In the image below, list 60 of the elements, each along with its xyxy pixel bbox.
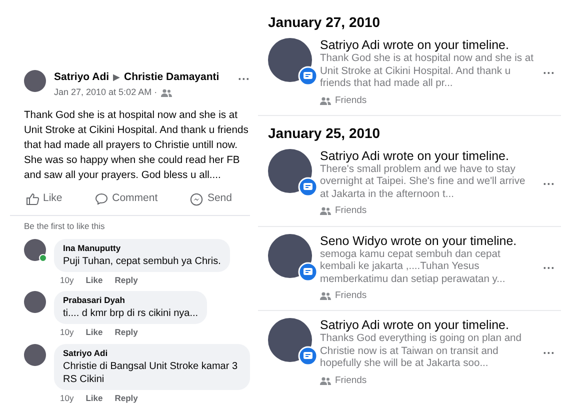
notification-title[interactable]: Satriyo Adi wrote on your timeline.	[320, 148, 535, 164]
comment-age: 10y	[60, 274, 74, 286]
like-button[interactable]: Like	[26, 191, 62, 207]
friends-icon	[320, 376, 331, 385]
notification-preview: Thank God she is at hospital now and she is at Unit Stroke at Cikini Hospital. And thank u friends that had made all pr...	[320, 53, 534, 90]
notification-title[interactable]: Seno Widyo wrote on your timeline.	[320, 234, 535, 248]
avatar-circle[interactable]	[24, 238, 46, 261]
friends-icon	[320, 207, 331, 216]
notification-preview: Thanks God everything is going on plan and Christie now is at Taiwan on transit and hopefully she will be at Jakarta soo...	[320, 333, 522, 371]
post-time: Jan 27, 2010 at 5:02 AM ·	[54, 86, 158, 99]
arrow-glyph: ▶	[113, 71, 120, 84]
online-dot	[39, 254, 47, 262]
more-button[interactable]: ···	[543, 344, 555, 362]
date-heading: January 27, 2010	[268, 13, 382, 32]
avatar-circle[interactable]	[24, 291, 46, 314]
like-link[interactable]: Like	[86, 392, 103, 404]
audience-label: Friends	[335, 204, 367, 218]
comment-text: ti.... d kmr brp di rs cikini nya...	[63, 307, 198, 320]
more-button[interactable]: ···	[238, 70, 250, 88]
avatar-circle[interactable]	[24, 344, 46, 366]
speech-bubble-icon	[95, 193, 108, 206]
reply-link[interactable]: Reply	[114, 274, 138, 286]
audience-label: Friends	[335, 94, 367, 108]
reply-link[interactable]: Reply	[114, 326, 138, 339]
author-name[interactable]: Christie Damayanti	[124, 70, 220, 86]
post-text: Thank God she is at hospital now and she is at Unit Stroke at Cikini Hospital. And thank u friends that had made all prayers to Christie untill now. She was so happy when she could read her FB and saw all your prayers. God bless u all....	[24, 109, 250, 184]
more-button[interactable]: ···	[543, 259, 555, 278]
avatar-circle[interactable]	[24, 70, 46, 92]
commenter-name[interactable]: Ina Manuputty	[63, 242, 221, 254]
audience-label: Friends	[335, 289, 367, 303]
more-button[interactable]: ···	[543, 64, 555, 82]
comment-age: 10y	[60, 392, 74, 404]
message-badge-icon	[298, 262, 318, 282]
commenter-name[interactable]: Satriyo Adi	[63, 346, 241, 360]
friends-icon	[161, 88, 172, 96]
messenger-icon	[190, 192, 204, 206]
likes-note: Be the first to like this	[24, 220, 106, 233]
comment-text: Puji Tuhan, cepat sembuh ya Chris.	[63, 254, 221, 268]
audience-label: Friends	[335, 374, 367, 388]
comment-text: Christie di Bangsal Unit Stroke kamar 3 RS Cikini	[63, 360, 239, 386]
more-button[interactable]: ···	[543, 174, 555, 193]
notification-preview: There's small problem and we have to stay overnight at Taipei. She's fine and we'll arrive at Jakarta in the afternoon t...	[320, 164, 526, 202]
author-name[interactable]: Satriyo Adi	[54, 70, 110, 86]
friends-icon	[320, 292, 331, 300]
commenter-name[interactable]: Prabasari Dyah	[63, 294, 198, 307]
send-button[interactable]: Send	[190, 191, 232, 207]
message-badge-icon	[298, 346, 318, 366]
like-link[interactable]: Like	[86, 326, 103, 339]
notification-title[interactable]: Satriyo Adi wrote on your timeline.	[320, 38, 535, 53]
notification-title[interactable]: Satriyo Adi wrote on your timeline.	[320, 318, 535, 334]
like-link[interactable]: Like	[86, 274, 103, 286]
message-badge-icon	[298, 176, 318, 197]
message-badge-icon	[298, 66, 318, 86]
friends-icon	[320, 96, 331, 105]
thumbs-up-icon	[26, 193, 39, 206]
comment-age: 10y	[60, 326, 74, 339]
comment-button[interactable]: Comment	[95, 191, 158, 207]
date-heading: January 25, 2010	[268, 124, 382, 143]
reply-link[interactable]: Reply	[114, 392, 138, 404]
notification-preview: semoga kamu cepat sembuh dan cepat kembali ke jakarta ,....Tuhan Yesus memberkatimu dan setiap perawatan y...	[320, 248, 506, 286]
